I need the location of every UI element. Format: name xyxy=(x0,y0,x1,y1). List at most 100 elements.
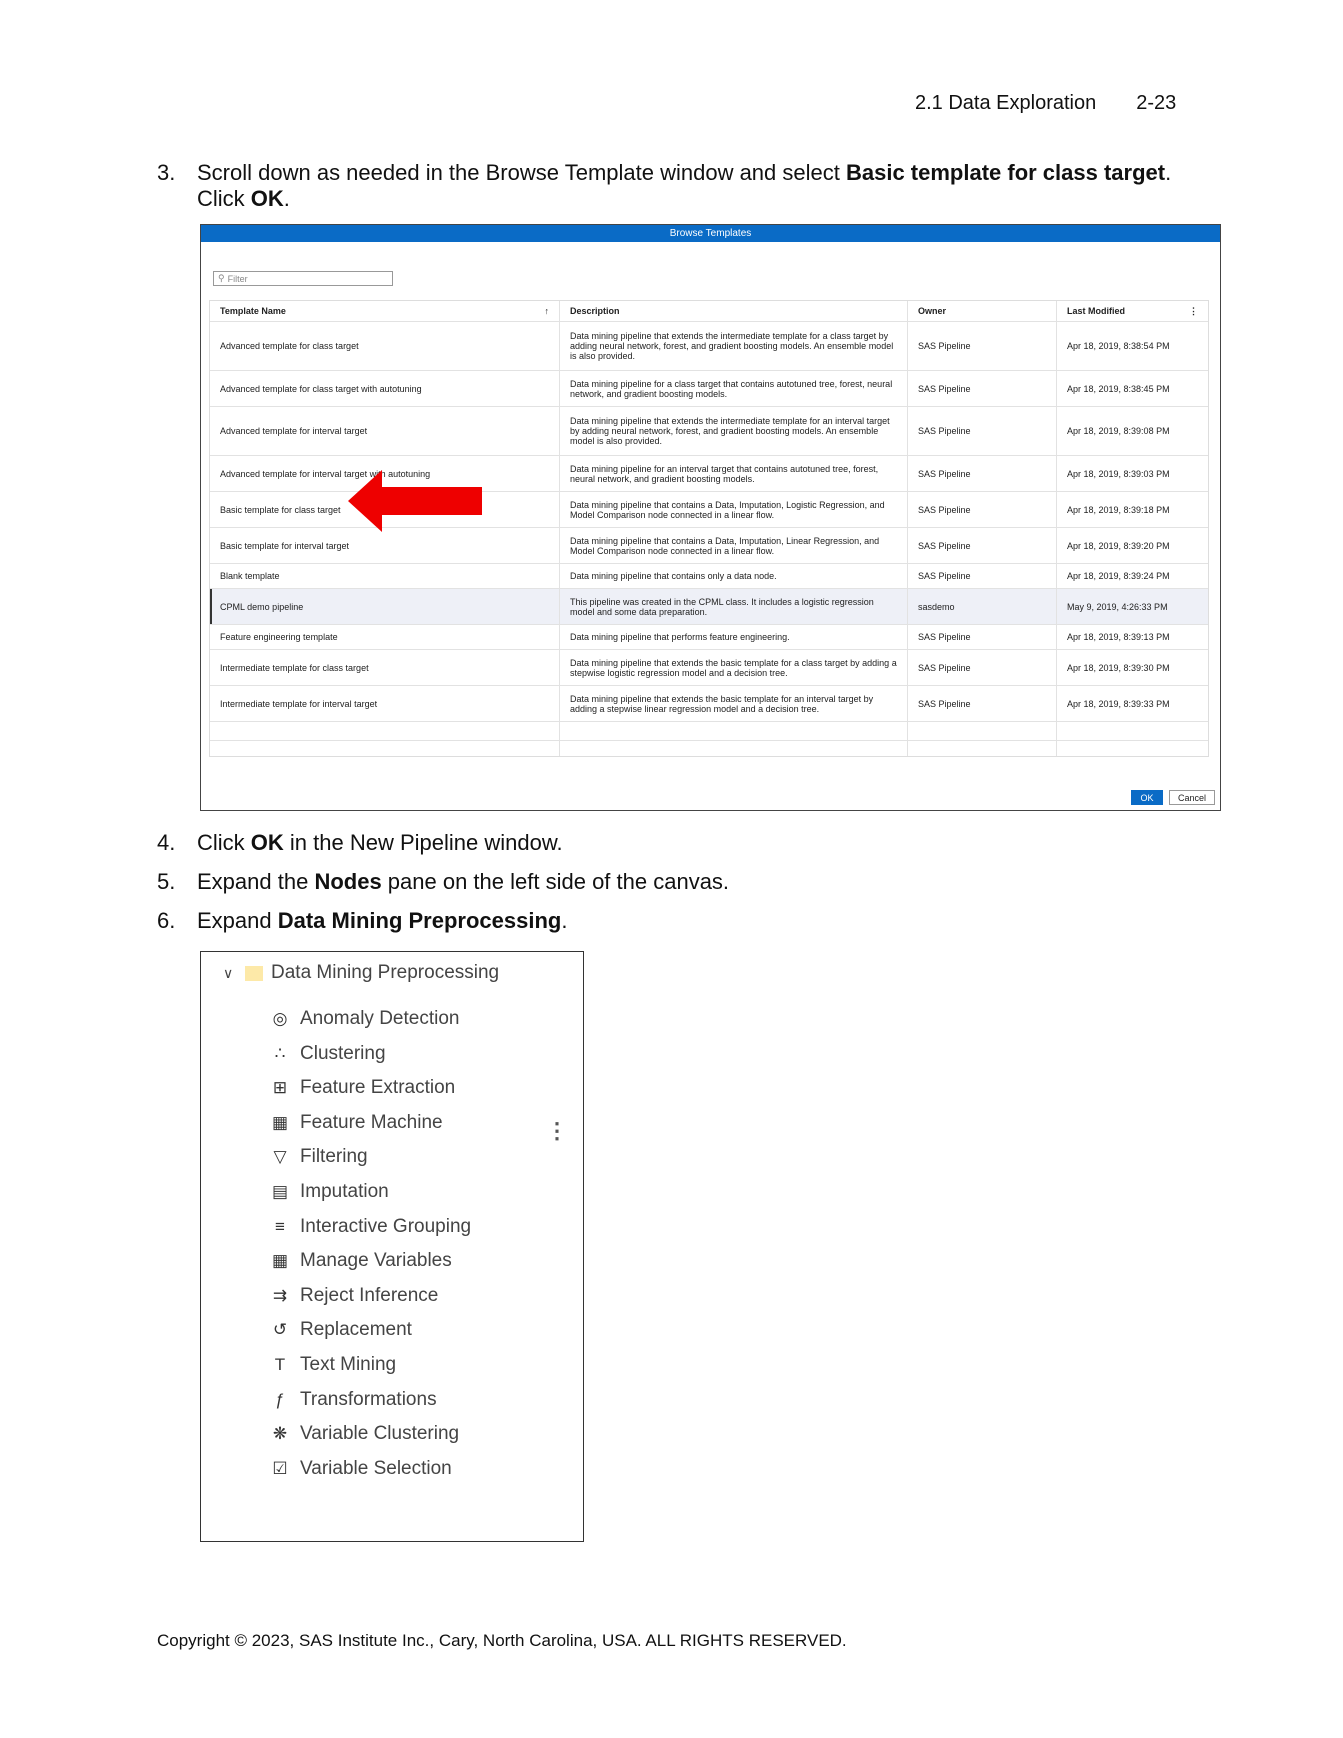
reject-inference-icon: ⇉ xyxy=(272,1285,288,1305)
step-bold: OK xyxy=(250,186,284,211)
node-item[interactable]: ∴ Clustering xyxy=(269,1039,386,1069)
step-bold: Basic template for class target xyxy=(845,160,1166,185)
template-name-cell: Feature engineering template xyxy=(210,625,560,649)
cancel-button[interactable]: Cancel xyxy=(1169,790,1215,805)
column-header-owner[interactable]: Owner xyxy=(908,301,1057,321)
template-name-cell: Advanced template for class target xyxy=(210,322,560,370)
template-name-cell: Advanced template for interval target xyxy=(210,407,560,455)
last-modified-cell: May 9, 2019, 4:26:33 PM xyxy=(1067,601,1168,612)
page-header: 2.1 Data Exploration 2-23 xyxy=(915,92,1176,115)
clustering-icon: ∴ xyxy=(274,1043,286,1063)
description-cell: Data mining pipeline for a class target … xyxy=(560,371,908,406)
template-name-cell: Intermediate template for interval targe… xyxy=(210,686,560,721)
description-cell: Data mining pipeline that extends the ba… xyxy=(560,650,908,685)
node-item-label: Feature Extraction xyxy=(300,1077,456,1099)
column-header-description[interactable]: Description xyxy=(560,301,908,321)
node-item-label: Transformations xyxy=(300,1388,437,1410)
description-cell: Data mining pipeline that contains a Dat… xyxy=(560,492,908,527)
table-row[interactable]: Intermediate template for interval targe… xyxy=(210,686,1208,722)
node-item[interactable]: ▦ Manage Variables xyxy=(269,1246,452,1276)
step-number: 6. xyxy=(157,908,176,933)
column-header-last-modified[interactable]: Last Modified ⋮ xyxy=(1057,301,1208,321)
kebab-menu-icon[interactable]: ⋮ xyxy=(546,1118,568,1144)
node-item[interactable]: ▤ Imputation xyxy=(269,1177,389,1207)
dialog-title: Browse Templates xyxy=(201,225,1220,242)
owner-cell: SAS Pipeline xyxy=(908,625,1057,649)
node-item[interactable]: ❋ Variable Clustering xyxy=(269,1419,459,1449)
last-modified-cell: Apr 18, 2019, 8:39:03 PM xyxy=(1067,468,1170,479)
empty-cell xyxy=(908,722,1057,740)
empty-cell xyxy=(908,741,1057,756)
table-row[interactable]: Advanced template for class target with … xyxy=(210,371,1208,407)
owner-cell: SAS Pipeline xyxy=(908,650,1057,685)
last-modified-cell: Apr 18, 2019, 8:39:20 PM xyxy=(1067,540,1170,551)
step-bold: OK xyxy=(250,830,284,855)
last-modified-cell: Apr 18, 2019, 8:39:18 PM xyxy=(1067,504,1170,515)
step-text: Scroll down as needed in the Browse Temp… xyxy=(197,160,846,185)
node-item[interactable]: ◎ Anomaly Detection xyxy=(269,1004,460,1034)
owner-cell: sasdemo xyxy=(908,589,1057,624)
template-name-cell: CPML demo pipeline xyxy=(210,589,560,624)
nodes-pane: ∨ Data Mining Preprocessing ◎ Anomaly Det… xyxy=(200,951,584,1542)
table-row[interactable]: Blank template Data mining pipeline that … xyxy=(210,564,1208,589)
last-modified-cell: Apr 18, 2019, 8:38:54 PM xyxy=(1067,341,1170,351)
table-row[interactable]: Intermediate template for class target Da… xyxy=(210,650,1208,686)
step-bold: Nodes xyxy=(314,869,382,894)
empty-cell xyxy=(560,722,908,740)
feature-extraction-icon: ⊞ xyxy=(272,1078,288,1098)
owner-cell: SAS Pipeline xyxy=(908,322,1057,370)
last-modified-cell: Apr 18, 2019, 8:39:13 PM xyxy=(1067,632,1170,642)
description-cell: Data mining pipeline that extends the ba… xyxy=(560,686,908,721)
table-row[interactable]: Advanced template for interval target Dat… xyxy=(210,407,1208,456)
feature-machine-icon: ▦ xyxy=(271,1112,289,1132)
node-item[interactable]: ▦ Feature Machine xyxy=(269,1108,443,1138)
step-text: . xyxy=(283,186,290,211)
owner-cell: SAS Pipeline xyxy=(908,564,1057,588)
node-item[interactable]: ⊞ Feature Extraction xyxy=(269,1073,455,1103)
node-item[interactable]: ▽ Filtering xyxy=(269,1142,367,1172)
owner-cell: SAS Pipeline xyxy=(908,528,1057,563)
step-4: 4. Click OK in the New Pipeline window. xyxy=(157,830,563,856)
table-grid-icon: ▦ xyxy=(271,1251,289,1271)
node-item-label: Interactive Grouping xyxy=(300,1215,472,1237)
filter-placeholder: Filter xyxy=(227,273,248,284)
node-item[interactable]: ⇉ Reject Inference xyxy=(269,1281,438,1311)
description-cell: Data mining pipeline that performs featu… xyxy=(560,625,908,649)
anomaly-icon: ◎ xyxy=(272,1009,288,1028)
step-text: Expand xyxy=(197,908,278,933)
node-group-header[interactable]: ∨ Data Mining Preprocessing xyxy=(223,962,499,984)
node-item[interactable]: T Text Mining xyxy=(269,1350,396,1380)
node-item[interactable]: ☑ Variable Selection xyxy=(269,1454,451,1484)
owner-cell: SAS Pipeline xyxy=(908,407,1057,455)
table-row[interactable]: CPML demo pipeline This pipeline was crea… xyxy=(210,589,1208,625)
empty-cell xyxy=(1057,722,1208,740)
text-icon: T xyxy=(274,1355,286,1374)
table-header: Template Name ↑ Description Owner Last Mo… xyxy=(210,301,1208,322)
description-cell: Data mining pipeline for an interval tar… xyxy=(560,456,908,491)
last-modified-cell: Apr 18, 2019, 8:39:08 PM xyxy=(1067,426,1170,436)
step-text: Click xyxy=(197,830,251,855)
template-name-cell: Basic template for interval target xyxy=(210,528,560,563)
ok-button[interactable]: OK xyxy=(1131,790,1163,805)
node-item-label: Replacement xyxy=(300,1319,412,1341)
filter-input[interactable]: ⚲ Filter xyxy=(213,271,393,286)
step-text: in the New Pipeline window. xyxy=(283,830,563,855)
table-row[interactable]: Basic template for interval target Data m… xyxy=(210,528,1208,564)
step-3: 3. Scroll down as needed in the Browse T… xyxy=(157,160,1171,212)
node-item[interactable]: ≡ Interactive Grouping xyxy=(269,1212,471,1242)
step-text: . xyxy=(561,908,568,933)
node-item-label: Text Mining xyxy=(300,1354,397,1375)
kebab-menu-icon[interactable]: ⋮ xyxy=(1189,306,1198,317)
step-text: Expand the xyxy=(197,869,315,894)
owner-cell: SAS Pipeline xyxy=(908,456,1057,491)
node-item[interactable]: ↺ Replacement xyxy=(269,1315,412,1345)
node-item[interactable]: ƒ Transformations xyxy=(269,1385,437,1415)
table-row[interactable]: Advanced template for class target Data m… xyxy=(210,322,1208,371)
page-number: 2-23 xyxy=(1136,92,1177,114)
table-row[interactable]: Feature engineering template Data mining … xyxy=(210,625,1208,650)
section-title: 2.1 Data Exploration xyxy=(915,92,1097,114)
sort-ascending-icon: ↑ xyxy=(544,306,550,316)
node-item-label: Feature Machine xyxy=(300,1111,443,1133)
column-header-template-name[interactable]: Template Name ↑ xyxy=(210,301,560,321)
chevron-down-icon[interactable]: ∨ xyxy=(223,965,241,982)
